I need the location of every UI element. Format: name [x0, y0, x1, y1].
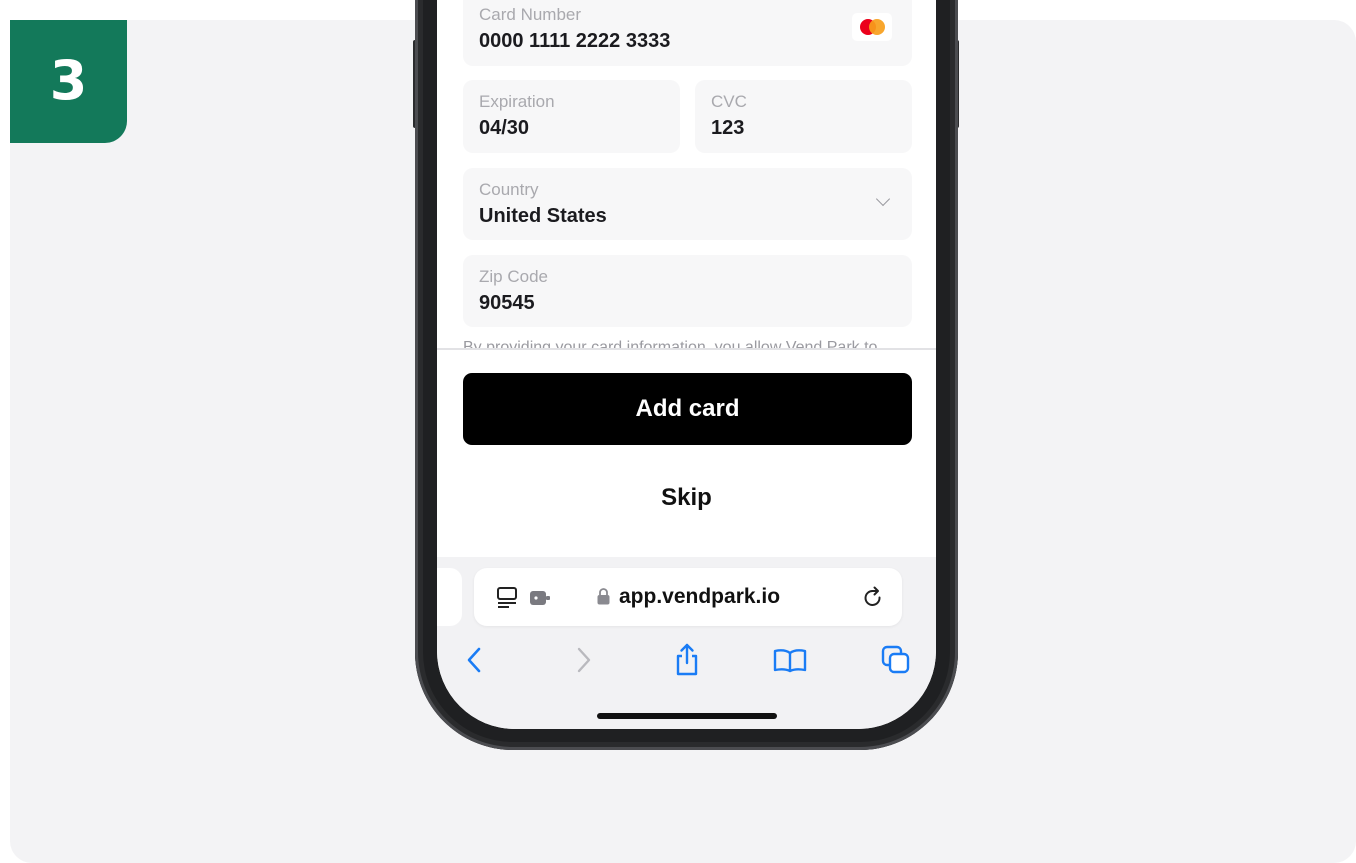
- forward-button[interactable]: [569, 640, 599, 680]
- expiration-value: 04/30: [479, 117, 530, 139]
- country-value: United States: [479, 205, 607, 227]
- browser-nav-row: [437, 640, 936, 680]
- mastercard-icon: [852, 13, 892, 41]
- add-card-button[interactable]: Add card: [463, 373, 912, 445]
- bookmarks-icon: [773, 649, 807, 673]
- reload-icon[interactable]: [862, 585, 884, 609]
- card-number-value: 0000 1111 2222 3333: [479, 30, 671, 52]
- previous-tab-preview[interactable]: [437, 568, 462, 626]
- skip-button[interactable]: Skip: [611, 472, 762, 524]
- cvc-label: CVC: [711, 92, 747, 111]
- card-number-field[interactable]: Card Number 0000 1111 2222 3333: [463, 0, 912, 66]
- card-number-label: Card Number: [479, 5, 582, 24]
- country-label: Country: [479, 180, 539, 199]
- step-badge: 3: [10, 20, 127, 143]
- tabs-icon: [881, 645, 910, 674]
- expiration-field[interactable]: Expiration 04/30: [463, 80, 680, 153]
- forward-icon: [577, 647, 591, 673]
- back-button[interactable]: [459, 640, 489, 680]
- url-text[interactable]: app.vendpark.io: [619, 585, 780, 609]
- zip-code-field[interactable]: Zip Code 90545: [463, 255, 912, 327]
- cvc-field[interactable]: CVC 123: [695, 80, 912, 153]
- expiration-label: Expiration: [479, 92, 555, 111]
- home-indicator: [597, 713, 777, 719]
- share-button[interactable]: [670, 640, 704, 680]
- share-icon: [676, 643, 698, 676]
- address-bar[interactable]: app.vendpark.io: [474, 568, 902, 626]
- lock-icon: [597, 588, 610, 605]
- bookmarks-button[interactable]: [772, 640, 808, 680]
- chevron-down-icon: [875, 191, 891, 207]
- tabs-button[interactable]: [879, 640, 913, 680]
- zip-code-label: Zip Code: [479, 267, 548, 286]
- country-select[interactable]: Country United States: [463, 168, 912, 240]
- cvc-value: 123: [711, 117, 745, 139]
- reader-icon[interactable]: [496, 586, 518, 608]
- sheet-divider: [437, 348, 936, 350]
- extension-icon[interactable]: [529, 590, 551, 606]
- phone-screen: Card Number 0000 1111 2222 3333 Expirati…: [437, 0, 936, 729]
- back-icon: [467, 647, 481, 673]
- zip-code-value: 90545: [479, 292, 535, 314]
